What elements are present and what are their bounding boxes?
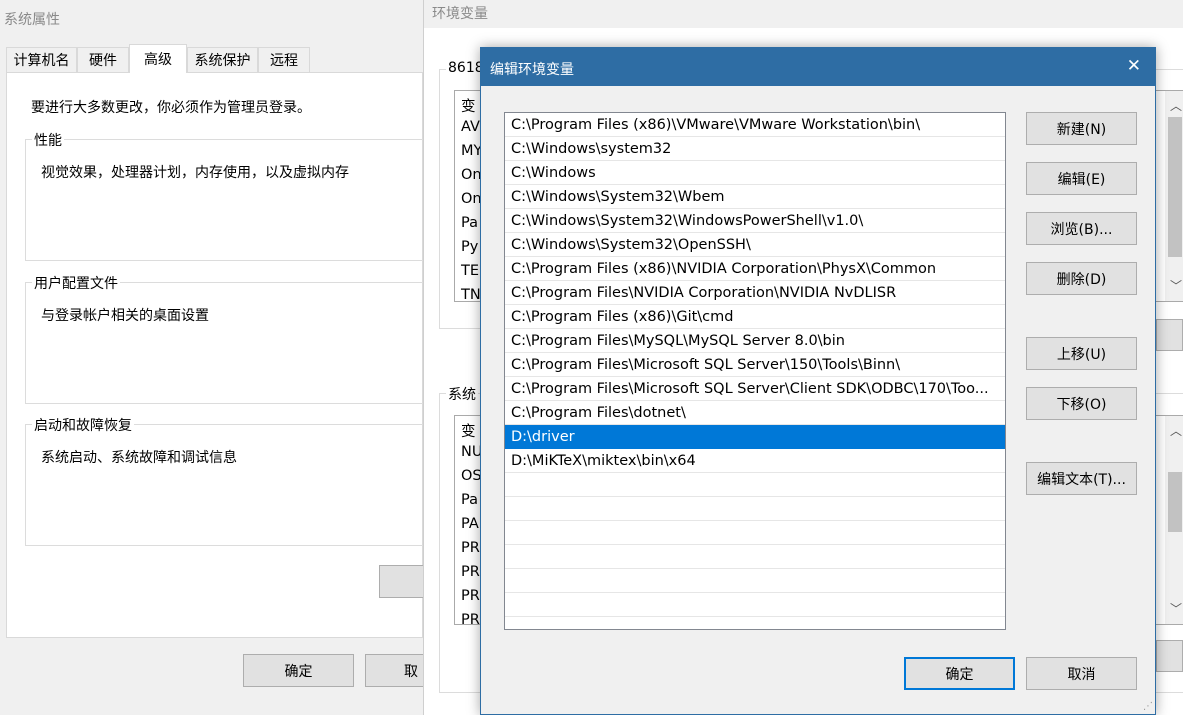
path-list-empty-row[interactable] <box>505 497 1005 521</box>
system-delete-button-partial[interactable] <box>1156 640 1183 672</box>
user-variable-row[interactable]: Py <box>461 239 478 255</box>
performance-legend: 性能 <box>32 130 64 150</box>
system-properties-title: 系统属性 <box>4 12 60 28</box>
chevron-down-icon[interactable]: ﹀ <box>1170 277 1182 294</box>
path-list-item[interactable]: C:\Program Files\Microsoft SQL Server\Cl… <box>505 377 1005 401</box>
system-list-scrollbar[interactable]: ︿ ﹀ <box>1165 416 1183 624</box>
startup-recovery-group: 启动和故障恢复 系统启动、系统故障和调试信息 <box>25 415 425 546</box>
user-variable-row[interactable]: AV <box>461 119 480 135</box>
path-list-empty-row[interactable] <box>505 473 1005 497</box>
chevron-up-icon[interactable]: ︿ <box>1170 422 1182 439</box>
performance-desc: 视觉效果，处理器计划，内存使用，以及虚拟内存 <box>41 165 349 181</box>
user-variable-row[interactable]: TE <box>461 263 479 279</box>
user-variable-row[interactable]: On <box>461 191 482 207</box>
user-profiles-desc: 与登录帐户相关的桌面设置 <box>41 308 209 324</box>
path-list-item[interactable]: C:\Windows\System32\Wbem <box>505 185 1005 209</box>
resize-grip-icon[interactable]: ⋰ <box>1143 701 1153 712</box>
user-profiles-group: 用户配置文件 与登录帐户相关的桌面设置 <box>25 273 425 404</box>
tab-advanced[interactable]: 高级 <box>129 44 187 73</box>
system-variable-row[interactable]: OS <box>461 468 482 484</box>
chevron-up-icon[interactable]: ︿ <box>1170 97 1182 114</box>
ok-button[interactable]: 确定 <box>904 657 1015 690</box>
system-variable-row[interactable]: PR <box>461 612 480 624</box>
path-list-item[interactable]: C:\Program Files\MySQL\MySQL Server 8.0\… <box>505 329 1005 353</box>
user-variable-row[interactable]: On <box>461 167 482 183</box>
path-list-item[interactable]: C:\Program Files (x86)\Git\cmd <box>505 305 1005 329</box>
sysprop-ok-button[interactable]: 确定 <box>243 654 354 687</box>
startup-recovery-desc: 系统启动、系统故障和调试信息 <box>41 450 237 466</box>
user-delete-button-partial[interactable] <box>1156 319 1183 351</box>
move-up-button[interactable]: 上移(U) <box>1026 337 1137 370</box>
scrollbar-thumb[interactable] <box>1168 117 1182 257</box>
path-list-item[interactable]: C:\Windows\system32 <box>505 137 1005 161</box>
dialog-title-bar: 编辑环境变量 ✕ <box>481 48 1155 86</box>
path-list-item[interactable]: C:\Windows <box>505 161 1005 185</box>
system-variable-row[interactable]: PR <box>461 588 480 604</box>
user-variable-row[interactable]: TN <box>461 287 481 301</box>
move-down-button[interactable]: 下移(O) <box>1026 387 1137 420</box>
scrollbar-thumb[interactable] <box>1168 472 1182 532</box>
system-variable-column-header: 变 <box>461 424 476 440</box>
system-variable-row[interactable]: PR <box>461 564 480 580</box>
advanced-tab-panel: 要进行大多数更改，你必须作为管理员登录。 性能 视觉效果，处理器计划，内存使用，… <box>6 72 429 638</box>
new-button[interactable]: 新建(N) <box>1026 112 1137 145</box>
close-icon[interactable]: ✕ <box>1127 56 1141 76</box>
tab-system-protection[interactable]: 系统保护 <box>187 47 258 72</box>
environment-variables-title: 环境变量 <box>432 6 488 22</box>
cancel-button[interactable]: 取消 <box>1026 657 1137 690</box>
edit-button[interactable]: 编辑(E) <box>1026 162 1137 195</box>
startup-recovery-legend: 启动和故障恢复 <box>32 415 134 435</box>
browse-button[interactable]: 浏览(B)... <box>1026 212 1137 245</box>
performance-group: 性能 视觉效果，处理器计划，内存使用，以及虚拟内存 <box>25 130 425 261</box>
user-variable-column-header: 变 <box>461 99 476 115</box>
tab-hardware[interactable]: 硬件 <box>77 47 129 72</box>
dialog-title: 编辑环境变量 <box>490 62 574 78</box>
environment-variables-button-partial[interactable] <box>379 565 429 598</box>
path-list-item[interactable]: C:\Windows\System32\WindowsPowerShell\v1… <box>505 209 1005 233</box>
tab-computer-name[interactable]: 计算机名 <box>6 47 77 72</box>
user-variable-row[interactable]: Pa <box>461 215 478 231</box>
path-list-item[interactable]: D:\MiKTeX\miktex\bin\x64 <box>505 449 1005 473</box>
path-list-item[interactable]: C:\Program Files\Microsoft SQL Server\15… <box>505 353 1005 377</box>
path-list-item[interactable]: C:\Program Files (x86)\VMware\VMware Wor… <box>505 113 1005 137</box>
system-variable-row[interactable]: PA <box>461 516 479 532</box>
user-profiles-legend: 用户配置文件 <box>32 273 120 293</box>
path-list-item[interactable]: C:\Program Files\dotnet\ <box>505 401 1005 425</box>
system-variables-legend: 系统 <box>446 384 478 404</box>
delete-button[interactable]: 删除(D) <box>1026 262 1137 295</box>
path-list-item[interactable]: C:\Program Files\NVIDIA Corporation\NVID… <box>505 281 1005 305</box>
path-list-empty-row[interactable] <box>505 593 1005 617</box>
system-variable-row[interactable]: PR <box>461 540 480 556</box>
path-list-empty-row[interactable] <box>505 617 1005 629</box>
path-list-item[interactable]: C:\Windows\System32\OpenSSH\ <box>505 233 1005 257</box>
path-list[interactable]: C:\Program Files (x86)\VMware\VMware Wor… <box>504 112 1006 630</box>
path-list-empty-row[interactable] <box>505 569 1005 593</box>
edit-text-button[interactable]: 编辑文本(T)... <box>1026 462 1137 495</box>
system-variable-row[interactable]: Pa <box>461 492 478 508</box>
edit-environment-variable-dialog: 编辑环境变量 ✕ C:\Program Files (x86)\VMware\V… <box>480 47 1156 715</box>
path-list-item[interactable]: C:\Program Files (x86)\NVIDIA Corporatio… <box>505 257 1005 281</box>
path-list-empty-row[interactable] <box>505 521 1005 545</box>
system-properties-window: 系统属性 计算机名 硬件 高级 系统保护 远程 要进行大多数更改，你必须作为管理… <box>0 0 435 715</box>
tab-remote[interactable]: 远程 <box>258 47 310 72</box>
admin-note: 要进行大多数更改，你必须作为管理员登录。 <box>31 100 311 116</box>
chevron-down-icon[interactable]: ﹀ <box>1170 600 1182 617</box>
path-list-item[interactable]: D:\driver <box>505 425 1005 449</box>
path-list-empty-row[interactable] <box>505 545 1005 569</box>
user-list-scrollbar[interactable]: ︿ ﹀ <box>1165 91 1183 301</box>
